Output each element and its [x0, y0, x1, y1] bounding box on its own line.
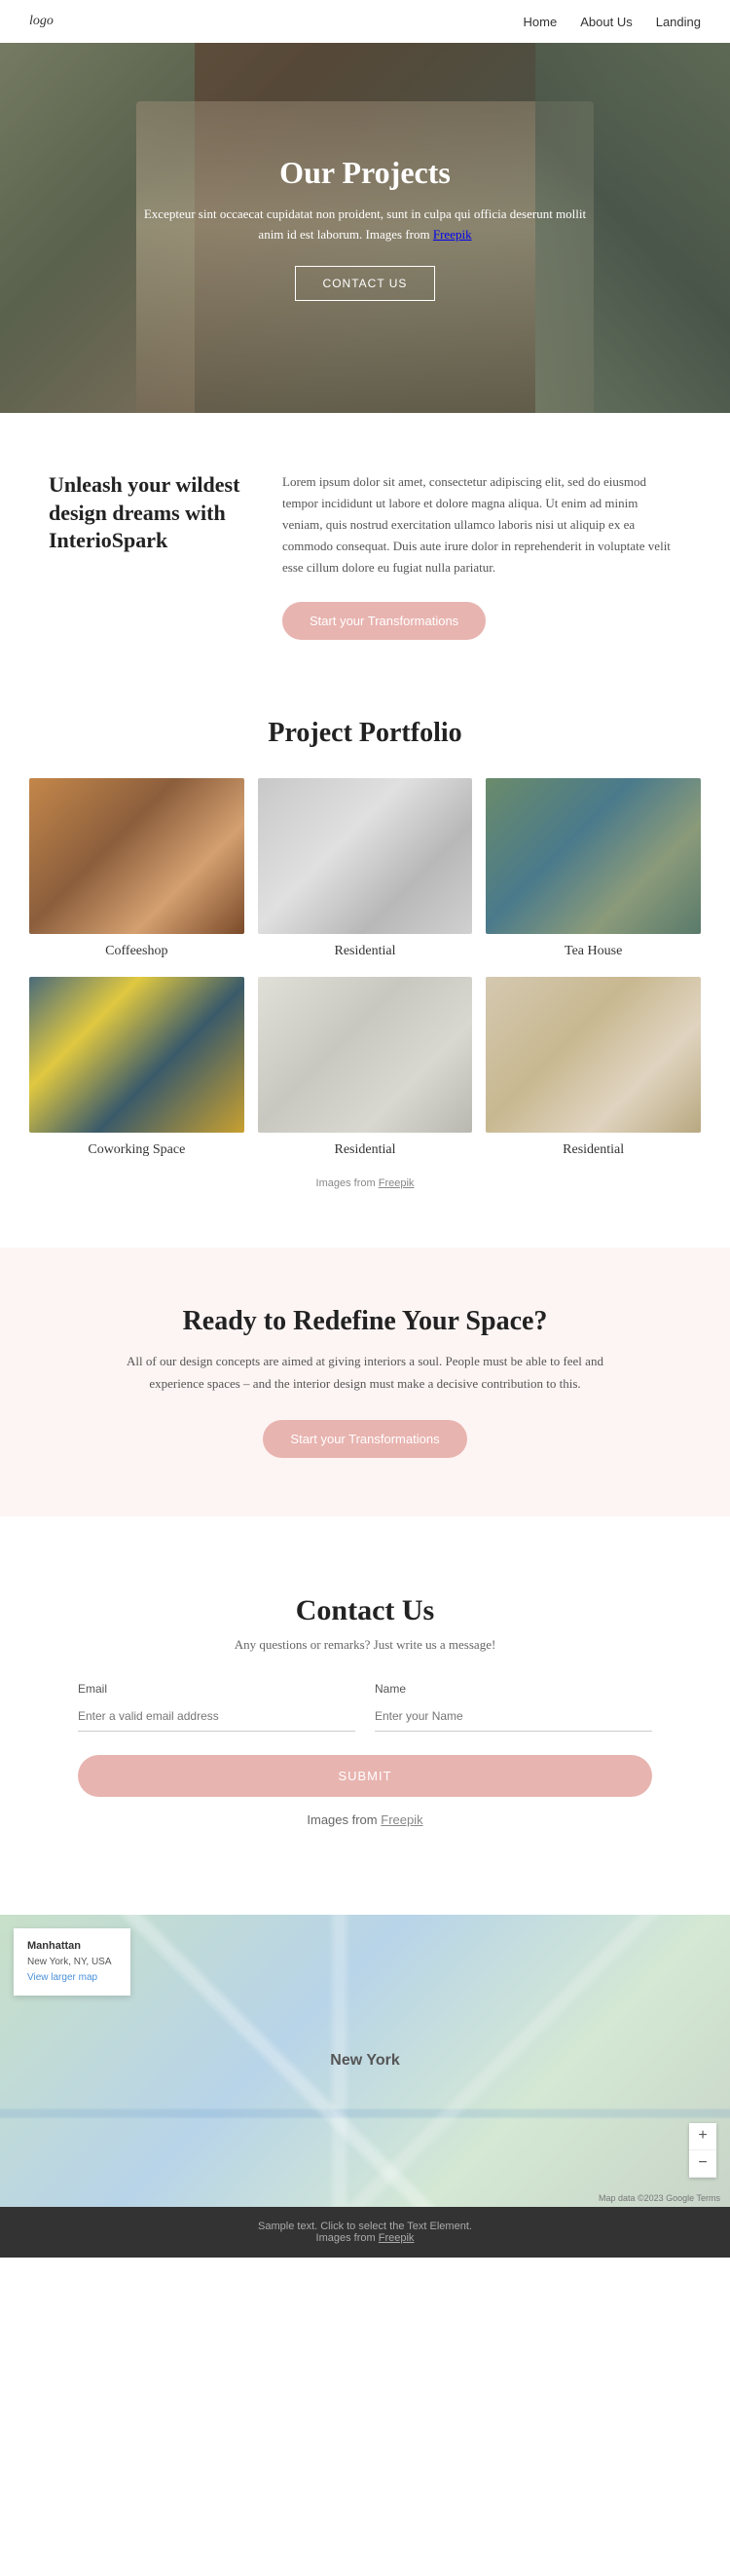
- portfolio-label-coworking: Coworking Space: [29, 1133, 244, 1162]
- contact-title: Contact Us: [78, 1594, 652, 1627]
- contact-form: Email Name SUBMIT: [78, 1682, 652, 1797]
- portfolio-img-coffeeshop: [29, 778, 244, 934]
- portfolio-label-residential1: Residential: [258, 934, 473, 963]
- portfolio-label-residential2: Residential: [258, 1133, 473, 1162]
- map-zoom-out[interactable]: −: [689, 2150, 716, 2178]
- unleash-body-block: Lorem ipsum dolor sit amet, consectetur …: [282, 471, 681, 640]
- footer-images-note: Images from Freepik: [14, 2232, 716, 2244]
- hero-section: Our Projects Excepteur sint occaecat cup…: [0, 43, 730, 413]
- map-info-box: Manhattan New York, NY, USA View larger …: [14, 1928, 130, 1997]
- footer-freepik-link[interactable]: Freepik: [379, 2232, 415, 2244]
- hero-content: Our Projects Excepteur sint occaecat cup…: [83, 155, 647, 302]
- unleash-heading-block: Unleash your wildest design dreams with …: [49, 471, 243, 555]
- portfolio-item-coffeeshop[interactable]: Coffeeshop: [29, 778, 244, 963]
- ready-cta-button[interactable]: Start your Transformations: [263, 1420, 466, 1458]
- footer: Sample text. Click to select the Text El…: [0, 2207, 730, 2258]
- portfolio-item-residential3[interactable]: Residential: [486, 977, 701, 1162]
- email-input[interactable]: [78, 1701, 355, 1732]
- nav-home[interactable]: Home: [524, 15, 558, 29]
- portfolio-img-coworking: [29, 977, 244, 1133]
- form-row-email-name: Email Name: [78, 1682, 652, 1732]
- portfolio-img-residential3: [486, 977, 701, 1133]
- map-placeholder: New York Manhattan New York, NY, USA Vie…: [0, 1915, 730, 2207]
- portfolio-label-residential3: Residential: [486, 1133, 701, 1162]
- portfolio-item-residential2[interactable]: Residential: [258, 977, 473, 1162]
- portfolio-section: Project Portfolio Coffeeshop Residential…: [0, 698, 730, 1228]
- map-view-larger[interactable]: View larger map: [27, 1972, 97, 1983]
- portfolio-img-residential1: [258, 778, 473, 934]
- unleash-heading: Unleash your wildest design dreams with …: [49, 471, 243, 555]
- contact-freepik-link[interactable]: Freepik: [381, 1812, 422, 1827]
- portfolio-label-coffeeshop: Coffeeshop: [29, 934, 244, 963]
- email-field-group: Email: [78, 1682, 355, 1732]
- map-attribution: Map data ©2023 Google Terms: [599, 2193, 720, 2203]
- footer-sample-text[interactable]: Sample text. Click to select the Text El…: [14, 2221, 716, 2232]
- portfolio-label-teahouse: Tea House: [486, 934, 701, 963]
- ready-body: All of our design concepts are aimed at …: [122, 1351, 608, 1394]
- portfolio-img-teahouse: [486, 778, 701, 934]
- name-field-group: Name: [375, 1682, 652, 1732]
- contact-images-note: Images from Freepik: [78, 1812, 652, 1827]
- hero-cta-button[interactable]: CONTACT US: [295, 266, 436, 301]
- portfolio-freepik-link[interactable]: Freepik: [379, 1177, 415, 1189]
- contact-section: Contact Us Any questions or remarks? Jus…: [0, 1536, 730, 1915]
- hero-freepik-link[interactable]: Freepik: [433, 227, 472, 242]
- logo: logo: [29, 14, 54, 29]
- unleash-body: Lorem ipsum dolor sit amet, consectetur …: [282, 471, 681, 579]
- nav-links: Home About Us Landing: [524, 15, 701, 29]
- map-city-label: New York: [330, 2052, 399, 2070]
- portfolio-title: Project Portfolio: [29, 718, 701, 749]
- nav-landing[interactable]: Landing: [656, 15, 701, 29]
- portfolio-item-coworking[interactable]: Coworking Space: [29, 977, 244, 1162]
- map-zoom-controls: + −: [689, 2123, 716, 2178]
- portfolio-item-residential1[interactable]: Residential: [258, 778, 473, 963]
- ready-section: Ready to Redefine Your Space? All of our…: [0, 1248, 730, 1515]
- unleash-cta-button[interactable]: Start your Transformations: [282, 602, 486, 640]
- map-section: New York Manhattan New York, NY, USA Vie…: [0, 1915, 730, 2207]
- name-input[interactable]: [375, 1701, 652, 1732]
- portfolio-item-teahouse[interactable]: Tea House: [486, 778, 701, 963]
- portfolio-images-note: Images from Freepik: [29, 1177, 701, 1189]
- navigation: logo Home About Us Landing: [0, 0, 730, 43]
- map-location-name: Manhattan: [27, 1940, 81, 1952]
- contact-subtitle: Any questions or remarks? Just write us …: [78, 1637, 652, 1653]
- portfolio-grid: Coffeeshop Residential Tea House Coworki…: [29, 778, 701, 1162]
- unleash-section: Unleash your wildest design dreams with …: [0, 413, 730, 698]
- portfolio-img-residential2: [258, 977, 473, 1133]
- submit-button[interactable]: SUBMIT: [78, 1755, 652, 1797]
- hero-subtitle: Excepteur sint occaecat cupidatat non pr…: [141, 205, 589, 245]
- name-label: Name: [375, 1682, 652, 1696]
- hero-title: Our Projects: [141, 155, 589, 191]
- email-label: Email: [78, 1682, 355, 1696]
- map-address: New York, NY, USA: [27, 1957, 112, 1967]
- nav-about[interactable]: About Us: [580, 15, 632, 29]
- map-zoom-in[interactable]: +: [689, 2123, 716, 2150]
- ready-title: Ready to Redefine Your Space?: [58, 1306, 672, 1337]
